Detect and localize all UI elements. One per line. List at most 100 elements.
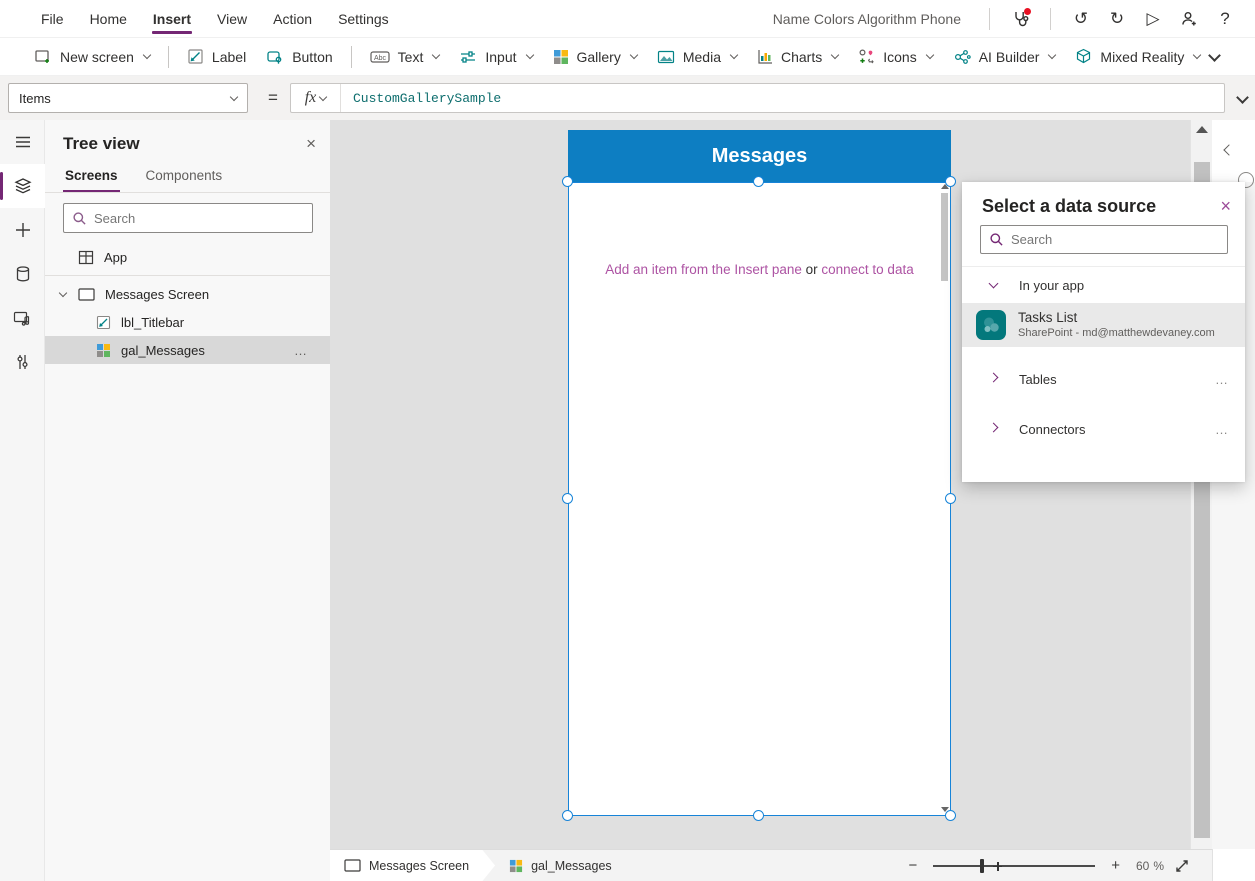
fx-dropdown[interactable]: fx: [291, 84, 341, 112]
ai-builder-icon: [953, 49, 971, 65]
media-icon: [657, 49, 675, 65]
tree-item-app[interactable]: App: [45, 243, 330, 271]
chevron-down-icon: [1193, 50, 1202, 60]
input-menu-button[interactable]: Input: [449, 43, 542, 71]
chevron-down-icon[interactable]: [58, 288, 68, 297]
tree-item-gal-messages[interactable]: gal_Messages …: [45, 336, 330, 364]
screen-icon: [78, 287, 95, 301]
property-selector[interactable]: Items: [8, 83, 248, 113]
section-tables[interactable]: Tables …: [962, 361, 1245, 397]
menu-right: Name Colors Algorithm Phone ↺ ↻ ▷ ?: [773, 0, 1255, 37]
redo-icon[interactable]: ↻: [1101, 4, 1133, 34]
input-icon: [459, 49, 477, 65]
undo-icon[interactable]: ↺: [1065, 4, 1097, 34]
label-button[interactable]: Label: [177, 42, 256, 71]
zoom-in-icon[interactable]: +: [1105, 857, 1126, 874]
tab-components[interactable]: Components: [144, 160, 225, 192]
selection-handle[interactable]: [753, 810, 764, 821]
preview-play-icon[interactable]: ▷: [1137, 4, 1169, 34]
close-icon[interactable]: ×: [1220, 196, 1231, 217]
gallery-control[interactable]: Add an item from the Insert pane or conn…: [568, 182, 951, 816]
formula-text[interactable]: CustomGallerySample: [341, 91, 501, 106]
phone-screen[interactable]: Messages Add an item from the Insert pan…: [568, 130, 951, 816]
selection-handle[interactable]: [945, 810, 956, 821]
charts-menu-button[interactable]: Charts: [747, 43, 848, 71]
divider: [167, 45, 169, 68]
advanced-tools-icon[interactable]: [0, 340, 45, 384]
menu-item-view[interactable]: View: [204, 0, 260, 37]
menu-item-action[interactable]: Action: [260, 0, 325, 37]
data-source-search-input[interactable]: [1011, 232, 1219, 247]
more-options-icon[interactable]: …: [1215, 422, 1229, 437]
breadcrumb-control[interactable]: gal_Messages: [495, 859, 612, 873]
tree-search-input[interactable]: [94, 210, 304, 226]
section-connectors[interactable]: Connectors …: [962, 411, 1245, 447]
ribbon-expand-button[interactable]: [1208, 48, 1222, 62]
chevron-down-icon: [319, 92, 328, 101]
menu-item-home[interactable]: Home: [77, 0, 140, 37]
mixed-reality-menu-button[interactable]: Mixed Reality: [1065, 42, 1210, 71]
text-menu-button[interactable]: Abc Text: [360, 43, 450, 71]
formula-bar: Items = fx CustomGallerySample: [0, 76, 1255, 120]
zoom-out-icon[interactable]: −: [902, 857, 923, 874]
tree-view-icon[interactable]: [0, 164, 45, 208]
media-panel-icon[interactable]: [0, 296, 45, 340]
hamburger-menu-icon[interactable]: [0, 120, 45, 164]
menu-item-file[interactable]: File: [28, 0, 77, 37]
data-source-item-title: Tasks List: [1018, 309, 1078, 325]
selection-handle[interactable]: [945, 176, 956, 187]
chevron-right-icon: [988, 372, 999, 383]
tab-screens[interactable]: Screens: [63, 160, 120, 192]
section-in-your-app[interactable]: In your app: [962, 267, 1245, 303]
formula-bar-expand-button[interactable]: [1236, 90, 1249, 105]
app-checker-icon[interactable]: [1004, 4, 1036, 34]
formula-input[interactable]: fx CustomGallerySample: [290, 83, 1225, 113]
collapse-panel-icon[interactable]: [1223, 142, 1235, 157]
charts-icon: [757, 49, 773, 65]
sharepoint-icon: [976, 310, 1006, 340]
screen-title: Messages: [711, 144, 808, 167]
left-rail: [0, 120, 45, 881]
app-title: Name Colors Algorithm Phone: [772, 10, 961, 27]
selection-handle[interactable]: [562, 810, 573, 821]
svg-text:Abc: Abc: [374, 55, 387, 62]
more-options-icon[interactable]: …: [1215, 372, 1229, 387]
more-options-icon[interactable]: …: [294, 343, 308, 358]
titlebar-control[interactable]: Messages: [568, 130, 951, 182]
scroll-up-icon[interactable]: [1196, 126, 1208, 133]
icons-menu-button[interactable]: Icons: [848, 42, 942, 71]
tree-item-lbl-titlebar[interactable]: lbl_Titlebar: [45, 308, 330, 336]
new-screen-button[interactable]: New screen: [24, 42, 160, 72]
help-icon[interactable]: ?: [1209, 4, 1241, 34]
close-icon[interactable]: ×: [306, 134, 316, 154]
insert-plus-icon[interactable]: [0, 208, 45, 252]
data-icon[interactable]: [0, 252, 45, 296]
divider: [45, 275, 330, 276]
zoom-slider-handle[interactable]: [980, 858, 985, 873]
share-icon[interactable]: [1173, 4, 1205, 34]
selection-handle[interactable]: [945, 493, 956, 504]
selection-handle[interactable]: [562, 176, 573, 187]
breadcrumb-screen[interactable]: Messages Screen: [330, 850, 495, 881]
media-menu-button[interactable]: Media: [647, 43, 747, 71]
fit-to-window-icon[interactable]: [1168, 858, 1196, 874]
gallery-menu-button[interactable]: Gallery: [543, 43, 647, 71]
new-screen-icon: [34, 48, 52, 66]
zoom-slider[interactable]: [933, 858, 1096, 873]
search-icon: [72, 211, 87, 226]
tree-item-messages-screen[interactable]: Messages Screen: [45, 280, 330, 308]
button-button[interactable]: Button: [256, 42, 342, 72]
selection-handle[interactable]: [562, 493, 573, 504]
menu-items: File Home Insert View Action Settings: [0, 0, 402, 37]
selection-handle[interactable]: [753, 176, 764, 187]
connect-to-data-link[interactable]: connect to data: [818, 262, 913, 277]
data-source-item-tasks-list[interactable]: Tasks List SharePoint - md@matthewdevane…: [962, 303, 1245, 347]
tree-view-tabs: Screens Components: [45, 160, 330, 193]
menu-item-insert[interactable]: Insert: [140, 0, 204, 37]
menu-item-settings[interactable]: Settings: [325, 0, 402, 37]
scrollbar-thumb[interactable]: [941, 193, 948, 281]
text-icon: Abc: [370, 49, 390, 65]
chevron-down-icon: [629, 50, 639, 60]
divider: [1050, 7, 1051, 30]
ai-builder-menu-button[interactable]: AI Builder: [943, 43, 1066, 71]
